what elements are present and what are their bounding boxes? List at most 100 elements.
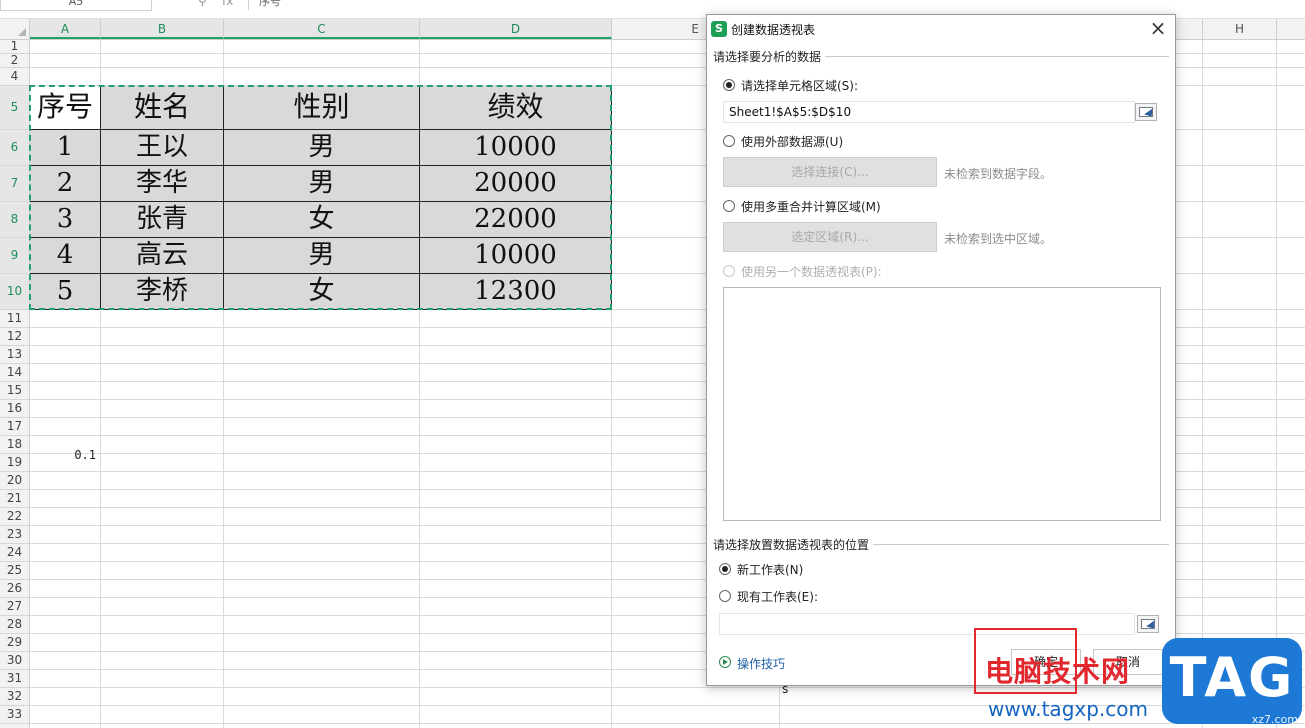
table-cell[interactable]: 10000 bbox=[420, 238, 612, 274]
row-header-7[interactable]: 7 bbox=[0, 166, 29, 202]
table-cell[interactable]: 高云 bbox=[101, 238, 224, 274]
tips-link[interactable]: 操作技巧 bbox=[737, 655, 785, 672]
row-header-31[interactable]: 31 bbox=[0, 670, 29, 688]
row-header-25[interactable]: 25 bbox=[0, 562, 29, 580]
row-header-4[interactable]: 4 bbox=[0, 68, 29, 86]
row-header-14[interactable]: 14 bbox=[0, 364, 29, 382]
no-field-note: 未检索到数据字段。 bbox=[944, 167, 1053, 181]
radio-existing-sheet-label[interactable]: 现有工作表(E): bbox=[737, 588, 818, 605]
select-connection-button[interactable]: 选择连接(C)... bbox=[723, 157, 937, 187]
radio-external-source-label[interactable]: 使用外部数据源(U) bbox=[741, 133, 843, 150]
table-cell[interactable]: 22000 bbox=[420, 202, 612, 238]
row-header-12[interactable]: 12 bbox=[0, 328, 29, 346]
select-region-button[interactable]: 选定区域(R)... bbox=[723, 222, 937, 252]
table-cell[interactable]: 4 bbox=[30, 238, 101, 274]
row-header-13[interactable]: 13 bbox=[0, 346, 29, 364]
row-header-23[interactable]: 23 bbox=[0, 526, 29, 544]
row-header-bar: 1 2 4 5 6 7 8 9 10 11 12 13 14 15 16 17 18 19 20 21 22 23 24 25… bbox=[0, 40, 30, 728]
row-header-18[interactable]: 18 bbox=[0, 436, 29, 454]
table-cell[interactable]: 2 bbox=[30, 166, 101, 202]
row-header-21[interactable]: 21 bbox=[0, 490, 29, 508]
table-cell[interactable]: 5 bbox=[30, 274, 101, 310]
formula-input[interactable]: 序号 bbox=[248, 0, 1305, 10]
column-header-d[interactable]: D bbox=[420, 19, 612, 39]
row-header-10[interactable]: 10 bbox=[0, 274, 29, 310]
row-header-15[interactable]: 15 bbox=[0, 382, 29, 400]
row-header-11[interactable]: 11 bbox=[0, 310, 29, 328]
table-cell[interactable]: 男 bbox=[224, 130, 420, 166]
table-cell[interactable]: 女 bbox=[224, 202, 420, 238]
table-header-cell[interactable]: 姓名 bbox=[101, 86, 224, 130]
row-header-19[interactable]: 19 bbox=[0, 454, 29, 472]
cell-a18[interactable]: 0.1 bbox=[30, 446, 100, 464]
table-cell[interactable]: 李桥 bbox=[101, 274, 224, 310]
table-cell[interactable]: 男 bbox=[224, 166, 420, 202]
radio-new-sheet[interactable] bbox=[719, 563, 731, 575]
row-header-2[interactable]: 2 bbox=[0, 54, 29, 68]
row-header-32[interactable]: 32 bbox=[0, 688, 29, 706]
radio-other-pivot-label[interactable]: 使用另一个数据透视表(P): bbox=[741, 263, 882, 280]
radio-other-pivot[interactable] bbox=[723, 265, 735, 277]
row-header-16[interactable]: 16 bbox=[0, 400, 29, 418]
table-header-cell[interactable]: 绩效 bbox=[420, 86, 612, 130]
watermark-tag-text: TAG bbox=[1169, 646, 1295, 709]
row-header-24[interactable]: 24 bbox=[0, 544, 29, 562]
radio-cell-range-label[interactable]: 请选择单元格区域(S): bbox=[741, 77, 858, 94]
name-box[interactable]: A5 bbox=[0, 0, 152, 11]
row-header-22[interactable]: 22 bbox=[0, 508, 29, 526]
row-header-5[interactable]: 5 bbox=[0, 86, 29, 130]
close-icon[interactable]: × bbox=[1147, 18, 1169, 40]
table-cell[interactable]: 1 bbox=[30, 130, 101, 166]
fx-label: fx bbox=[222, 0, 234, 8]
grid-column-line bbox=[1202, 40, 1203, 728]
radio-external-source[interactable] bbox=[723, 135, 735, 147]
cell-range-input[interactable]: Sheet1!$A$5:$D$10 bbox=[723, 101, 1135, 123]
table-cell[interactable]: 10000 bbox=[420, 130, 612, 166]
no-region-note: 未检索到选中区域。 bbox=[944, 232, 1053, 246]
column-header-c[interactable]: C bbox=[224, 19, 420, 39]
select-all-corner[interactable] bbox=[0, 19, 30, 39]
row-header-1[interactable]: 1 bbox=[0, 40, 29, 54]
column-header-a[interactable]: A bbox=[30, 19, 101, 39]
range-picker-icon[interactable] bbox=[1137, 615, 1159, 633]
table-cell[interactable]: 女 bbox=[224, 274, 420, 310]
section-analyze-title: 请选择要分析的数据 bbox=[713, 48, 826, 65]
dialog-titlebar[interactable]: S 创建数据透视表 × bbox=[707, 15, 1175, 43]
radio-multi-consolidation-label[interactable]: 使用多重合并计算区域(M) bbox=[741, 198, 881, 215]
play-circle-icon[interactable] bbox=[719, 656, 731, 668]
table-cell[interactable]: 男 bbox=[224, 238, 420, 274]
table-header-cell[interactable]: 序号 bbox=[30, 86, 101, 130]
column-header-i[interactable] bbox=[1277, 19, 1305, 39]
table-cell[interactable]: 张青 bbox=[101, 202, 224, 238]
row-header-9[interactable]: 9 bbox=[0, 238, 29, 274]
column-header-h[interactable]: H bbox=[1203, 19, 1277, 39]
column-header-b[interactable]: B bbox=[101, 19, 224, 39]
section-location-title: 请选择放置数据透视表的位置 bbox=[713, 536, 874, 553]
table-cell[interactable]: 王以 bbox=[101, 130, 224, 166]
watermark-url: www.tagxp.com bbox=[988, 697, 1148, 721]
table-cell[interactable]: 3 bbox=[30, 202, 101, 238]
row-header-30[interactable]: 30 bbox=[0, 652, 29, 670]
grid-column-line bbox=[1276, 40, 1277, 728]
radio-new-sheet-label[interactable]: 新工作表(N) bbox=[737, 561, 803, 578]
radio-cell-range[interactable] bbox=[723, 79, 735, 91]
row-header-33[interactable]: 33 bbox=[0, 706, 29, 724]
range-picker-icon[interactable] bbox=[1135, 103, 1157, 121]
watermark-tag-logo: TAG xz7.com bbox=[1162, 638, 1302, 726]
table-cell[interactable]: 12300 bbox=[420, 274, 612, 310]
row-header-8[interactable]: 8 bbox=[0, 202, 29, 238]
radio-existing-sheet[interactable] bbox=[719, 590, 731, 602]
search-icon[interactable]: ⚲ bbox=[198, 0, 207, 8]
row-header-29[interactable]: 29 bbox=[0, 634, 29, 652]
table-cell[interactable]: 20000 bbox=[420, 166, 612, 202]
radio-multi-consolidation[interactable] bbox=[723, 200, 735, 212]
row-header-27[interactable]: 27 bbox=[0, 598, 29, 616]
row-header-6[interactable]: 6 bbox=[0, 130, 29, 166]
row-header-26[interactable]: 26 bbox=[0, 580, 29, 598]
table-cell[interactable]: 李华 bbox=[101, 166, 224, 202]
row-header-20[interactable]: 20 bbox=[0, 472, 29, 490]
row-header-17[interactable]: 17 bbox=[0, 418, 29, 436]
row-header-28[interactable]: 28 bbox=[0, 616, 29, 634]
table-header-cell[interactable]: 性别 bbox=[224, 86, 420, 130]
pivot-table-list[interactable] bbox=[723, 287, 1161, 521]
